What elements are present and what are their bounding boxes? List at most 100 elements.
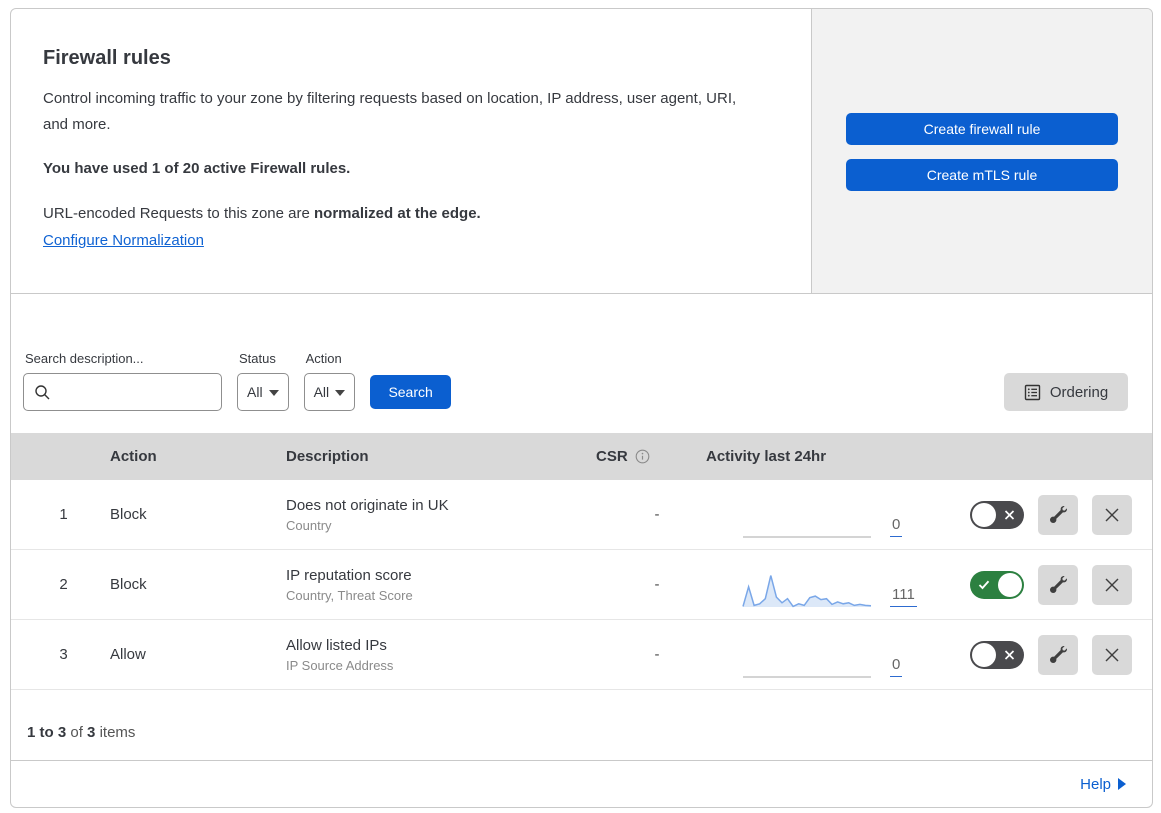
rule-csr-value: - xyxy=(654,576,660,593)
toggle-knob xyxy=(998,572,1022,597)
close-icon xyxy=(1104,577,1120,593)
chevron-down-icon xyxy=(335,390,346,396)
activity-sparkline xyxy=(742,570,872,614)
rule-enabled-toggle[interactable] xyxy=(970,570,1024,599)
rule-description-title: Allow listed IPs xyxy=(286,636,387,654)
rule-activity: 0 xyxy=(702,480,930,549)
activity-count-link[interactable]: 0 xyxy=(890,516,903,537)
configure-normalization-link[interactable]: Configure Normalization xyxy=(43,232,204,249)
rule-action: Allow xyxy=(110,646,146,663)
rule-description-title: Does not originate in UK xyxy=(286,496,449,514)
rule-controls xyxy=(930,634,1152,675)
rule-controls xyxy=(930,494,1152,535)
rule-priority: 3 xyxy=(59,646,68,663)
edit-rule-button[interactable] xyxy=(1038,494,1078,535)
search-input[interactable] xyxy=(51,374,232,410)
rule-priority: 2 xyxy=(59,576,68,593)
rule-enabled-toggle[interactable] xyxy=(970,640,1024,669)
csr-column-header: CSR xyxy=(592,448,702,465)
x-icon xyxy=(1004,509,1015,520)
usage-note: You have used 1 of 20 active Firewall ru… xyxy=(43,160,351,177)
status-value: All xyxy=(247,384,263,400)
action-dropdown[interactable]: All xyxy=(303,373,356,411)
help-link[interactable]: Help xyxy=(1080,776,1126,793)
wrench-icon xyxy=(1049,646,1067,663)
info-icon[interactable] xyxy=(635,449,650,464)
wrench-icon xyxy=(1049,576,1067,593)
csr-label: CSR xyxy=(596,448,628,465)
search-icon xyxy=(34,384,51,401)
ordering-icon xyxy=(1024,384,1041,401)
rule-description: Does not originate in UK Country xyxy=(282,497,592,533)
table-row: 2 Block IP reputation score Country, Thr… xyxy=(11,550,1152,620)
table-header: Action Description CSR Activity last 24h… xyxy=(11,433,1152,480)
x-icon xyxy=(1004,649,1015,660)
status-dropdown[interactable]: All xyxy=(237,373,289,411)
ordering-button[interactable]: Ordering xyxy=(1004,373,1128,411)
header-section: Firewall rules Control incoming traffic … xyxy=(11,9,1152,294)
rule-controls xyxy=(930,564,1152,605)
delete-rule-button[interactable] xyxy=(1092,494,1132,535)
page-description: Control incoming traffic to your zone by… xyxy=(43,90,737,133)
chevron-down-icon xyxy=(268,390,279,396)
actions-panel: Create firewall rule Create mTLS rule xyxy=(812,9,1152,293)
rule-enabled-toggle[interactable] xyxy=(970,500,1024,529)
close-icon xyxy=(1104,507,1120,523)
summary-of: of xyxy=(70,724,83,741)
rule-csr-value: - xyxy=(654,506,660,523)
rule-description-title: IP reputation score xyxy=(286,566,412,584)
search-button[interactable]: Search xyxy=(370,375,452,409)
rule-description-fields: IP Source Address xyxy=(286,657,394,673)
normalization-text: URL-encoded Requests to this zone are xyxy=(43,205,314,222)
activity-column-header: Activity last 24hr xyxy=(706,448,827,465)
edit-rule-button[interactable] xyxy=(1038,634,1078,675)
create-firewall-rule-button[interactable]: Create firewall rule xyxy=(846,113,1118,145)
filter-bar: Search description... Status All Action … xyxy=(11,294,1152,411)
summary-total: 3 xyxy=(87,724,96,741)
create-mtls-rule-button[interactable]: Create mTLS rule xyxy=(846,159,1118,191)
delete-rule-button[interactable] xyxy=(1092,564,1132,605)
description-column-header: Description xyxy=(286,448,369,465)
wrench-icon xyxy=(1049,506,1067,523)
rule-activity: 111 xyxy=(702,550,930,619)
rule-csr-value: - xyxy=(654,646,660,663)
status-label: Status xyxy=(239,351,276,366)
rule-description: Allow listed IPs IP Source Address xyxy=(282,637,592,673)
action-value: All xyxy=(313,384,330,400)
rule-description-fields: Country xyxy=(286,517,332,533)
page-title: Firewall rules xyxy=(43,47,171,69)
action-column-header: Action xyxy=(110,448,157,465)
table-summary: 1 to 3 of 3 items xyxy=(11,690,1152,760)
rule-action: Block xyxy=(110,506,147,523)
activity-count-link[interactable]: 111 xyxy=(890,586,917,607)
normalization-bold-text: normalized at the edge. xyxy=(314,205,481,222)
activity-sparkline xyxy=(742,500,872,544)
table-row: 3 Allow Allow listed IPs IP Source Addre… xyxy=(11,620,1152,690)
search-box[interactable] xyxy=(23,373,232,411)
rule-activity: 0 xyxy=(702,620,930,689)
summary-range: 1 to 3 xyxy=(27,724,67,741)
edit-rule-button[interactable] xyxy=(1038,564,1078,605)
help-arrow-icon xyxy=(1118,778,1126,790)
rule-description-fields: Country, Threat Score xyxy=(286,587,413,603)
toggle-knob xyxy=(972,502,996,527)
rule-action: Block xyxy=(110,576,147,593)
delete-rule-button[interactable] xyxy=(1092,634,1132,675)
rule-priority: 1 xyxy=(59,506,68,523)
firewall-rules-panel: Firewall rules Control incoming traffic … xyxy=(10,8,1153,808)
action-label: Action xyxy=(305,351,342,366)
check-icon xyxy=(978,579,990,590)
toggle-knob xyxy=(972,642,996,667)
activity-count-link[interactable]: 0 xyxy=(890,656,903,677)
summary-items: items xyxy=(99,724,136,741)
help-label: Help xyxy=(1080,775,1111,793)
rule-description: IP reputation score Country, Threat Scor… xyxy=(282,567,592,603)
ordering-label: Ordering xyxy=(1049,383,1109,401)
help-bar: Help xyxy=(11,760,1152,807)
search-label: Search description... xyxy=(25,351,144,366)
normalization-note: URL-encoded Requests to this zone are no… xyxy=(43,205,771,222)
activity-sparkline xyxy=(742,640,872,684)
close-icon xyxy=(1104,647,1120,663)
table-row: 1 Block Does not originate in UK Country… xyxy=(11,480,1152,550)
header-text-card: Firewall rules Control incoming traffic … xyxy=(11,9,812,293)
